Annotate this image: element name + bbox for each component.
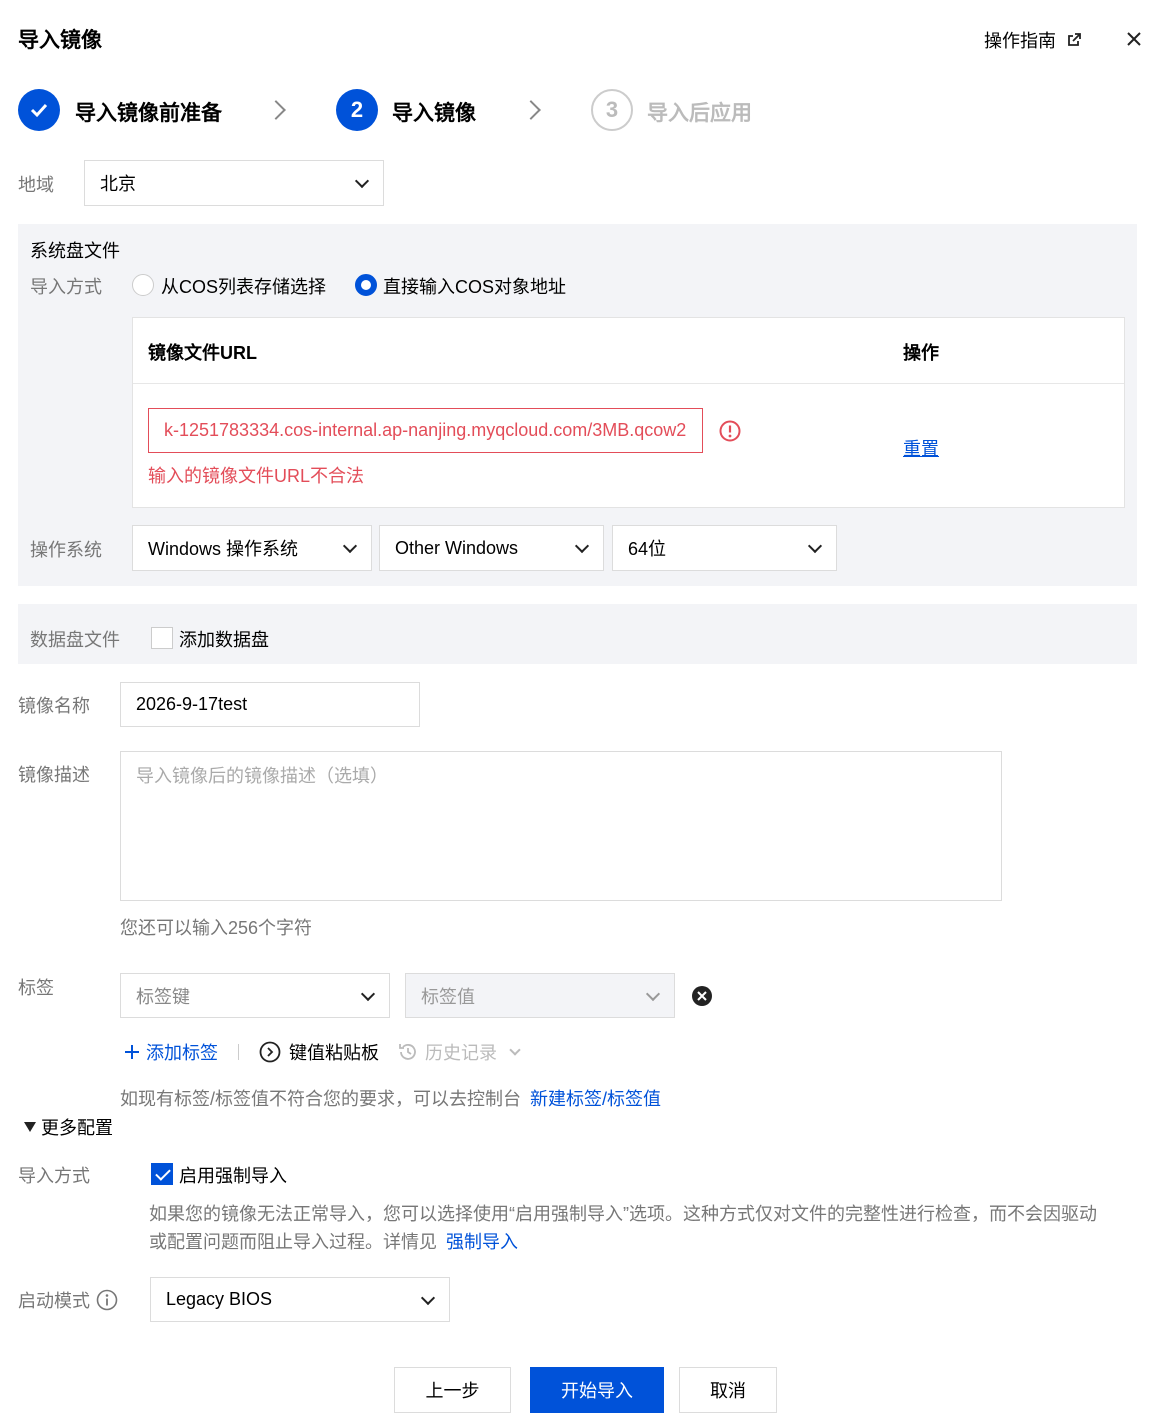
import-method-label: 导入方式	[30, 277, 102, 297]
step-arrow-icon	[521, 100, 541, 120]
chevron-down-icon	[509, 1044, 521, 1056]
tags-label: 标签	[18, 978, 54, 998]
os-bits-select[interactable]: 64位	[612, 525, 837, 571]
remove-tag-icon[interactable]	[691, 985, 713, 1007]
step-3-number: 3	[591, 89, 633, 131]
os-type-value: Windows 操作系统	[148, 539, 299, 559]
tags-hint: 如现有标签/标签值不符合您的要求，可以去控制台 新建标签/标签值	[120, 1085, 661, 1111]
image-name-label: 镜像名称	[18, 696, 90, 716]
tag-value-select[interactable]: 标签值	[405, 973, 675, 1018]
radio-direct-input-label[interactable]: 直接输入COS对象地址	[383, 273, 566, 299]
more-config-title: 更多配置	[41, 1118, 113, 1138]
region-select[interactable]: 北京	[84, 160, 384, 206]
url-input-value: k-1251783334.cos-internal.ap-nanjing.myq…	[164, 420, 687, 440]
step-2-label: 导入镜像	[392, 102, 476, 125]
prev-step-button[interactable]: 上一步	[394, 1367, 511, 1413]
chevron-down-icon	[420, 1290, 436, 1305]
reset-link[interactable]: 重置	[903, 435, 939, 461]
radio-cos-list[interactable]	[132, 274, 154, 296]
chevron-down-icon	[360, 986, 376, 1001]
system-disk-title: 系统盘文件	[30, 241, 120, 261]
step-2-number: 2	[336, 89, 378, 131]
image-name-value: 2026-9-17test	[136, 694, 248, 714]
image-desc-hint: 您还可以输入256个字符	[120, 918, 313, 938]
radio-direct-input[interactable]	[355, 274, 377, 296]
more-config-toggle[interactable]: 更多配置	[24, 1114, 113, 1140]
chevron-down-icon	[354, 173, 370, 189]
step-1-done-icon	[18, 89, 60, 131]
os-bits-value: 64位	[628, 539, 667, 559]
close-icon[interactable]	[1126, 31, 1142, 47]
force-import-label[interactable]: 启用强制导入	[179, 1162, 287, 1188]
add-data-disk-label[interactable]: 添加数据盘	[179, 626, 269, 652]
os-type-select[interactable]: Windows 操作系统	[132, 525, 372, 571]
boot-mode-label: 启动模式	[18, 1291, 90, 1311]
guide-link[interactable]: 操作指南	[984, 27, 1082, 53]
cancel-button[interactable]: 取消	[679, 1367, 777, 1413]
col-header-action: 操作	[903, 343, 939, 363]
guide-link-label: 操作指南	[984, 31, 1056, 51]
info-icon[interactable]	[96, 1289, 118, 1311]
url-input[interactable]: k-1251783334.cos-internal.ap-nanjing.myq…	[148, 408, 703, 453]
image-desc-textarea[interactable]: 导入镜像后的镜像描述（选填）	[120, 751, 1002, 901]
external-link-icon	[1068, 33, 1081, 46]
region-label: 地域	[18, 175, 54, 195]
plus-icon	[125, 1045, 139, 1059]
history-icon	[399, 1044, 416, 1060]
caret-down-icon	[24, 1122, 36, 1132]
region-value: 北京	[100, 174, 136, 194]
os-label: 操作系统	[30, 540, 102, 560]
force-import-checkbox[interactable]	[151, 1163, 173, 1185]
os-version-value: Other Windows	[395, 537, 519, 558]
force-import-desc-line2: 或配置问题而阻止导入过程。详情见 强制导入	[149, 1228, 518, 1254]
add-tag-label: 添加标签	[146, 1043, 218, 1063]
paste-board-button[interactable]: 键值粘贴板	[259, 1039, 379, 1065]
step-arrow-icon	[266, 100, 286, 120]
tag-key-placeholder: 标签键	[136, 986, 190, 1007]
chevron-down-icon	[574, 538, 590, 554]
paste-board-label: 键值粘贴板	[289, 1043, 379, 1063]
history-label: 历史记录	[425, 1043, 497, 1063]
error-icon	[719, 420, 741, 442]
history-button[interactable]: 历史记录	[397, 1039, 521, 1065]
add-data-disk-checkbox[interactable]	[151, 627, 173, 649]
col-header-url: 镜像文件URL	[148, 343, 257, 363]
image-desc-label: 镜像描述	[18, 765, 90, 785]
chevron-down-icon	[645, 986, 661, 1001]
url-error-text: 输入的镜像文件URL不合法	[148, 466, 365, 486]
create-tag-link[interactable]: 新建标签/标签值	[530, 1089, 661, 1109]
step-1-label: 导入镜像前准备	[75, 102, 222, 125]
chevron-down-icon	[807, 538, 823, 554]
boot-mode-label-group: 启动模式	[18, 1287, 118, 1313]
force-import-link[interactable]: 强制导入	[446, 1232, 518, 1252]
tag-actions-divider	[238, 1044, 239, 1060]
force-import-desc-line1: 如果您的镜像无法正常导入，您可以选择使用“启用强制导入”选项。这种方式仅对文件的…	[149, 1204, 1097, 1224]
url-table-header-divider	[133, 383, 1124, 384]
os-version-select[interactable]: Other Windows	[379, 525, 604, 571]
boot-mode-value: Legacy BIOS	[166, 1289, 273, 1309]
dialog-title: 导入镜像	[18, 29, 102, 52]
boot-mode-select[interactable]: Legacy BIOS	[150, 1277, 450, 1322]
chevron-down-icon	[342, 538, 358, 554]
tag-key-select[interactable]: 标签键	[120, 973, 390, 1018]
data-disk-title: 数据盘文件	[30, 630, 120, 650]
start-import-button[interactable]: 开始导入	[530, 1367, 664, 1413]
image-desc-placeholder: 导入镜像后的镜像描述（选填）	[136, 766, 388, 786]
force-import-desc-text: 或配置问题而阻止导入过程。详情见	[149, 1232, 437, 1252]
chevron-circle-right-icon	[259, 1041, 281, 1063]
radio-cos-list-label[interactable]: 从COS列表存储选择	[161, 273, 326, 299]
add-tag-button[interactable]: 添加标签	[124, 1039, 218, 1065]
tags-hint-text: 如现有标签/标签值不符合您的要求，可以去控制台	[120, 1089, 521, 1109]
image-name-input[interactable]: 2026-9-17test	[120, 682, 420, 727]
step-3-label: 导入后应用	[647, 102, 752, 125]
tag-value-placeholder: 标签值	[421, 986, 475, 1007]
force-import-method-label: 导入方式	[18, 1166, 90, 1186]
